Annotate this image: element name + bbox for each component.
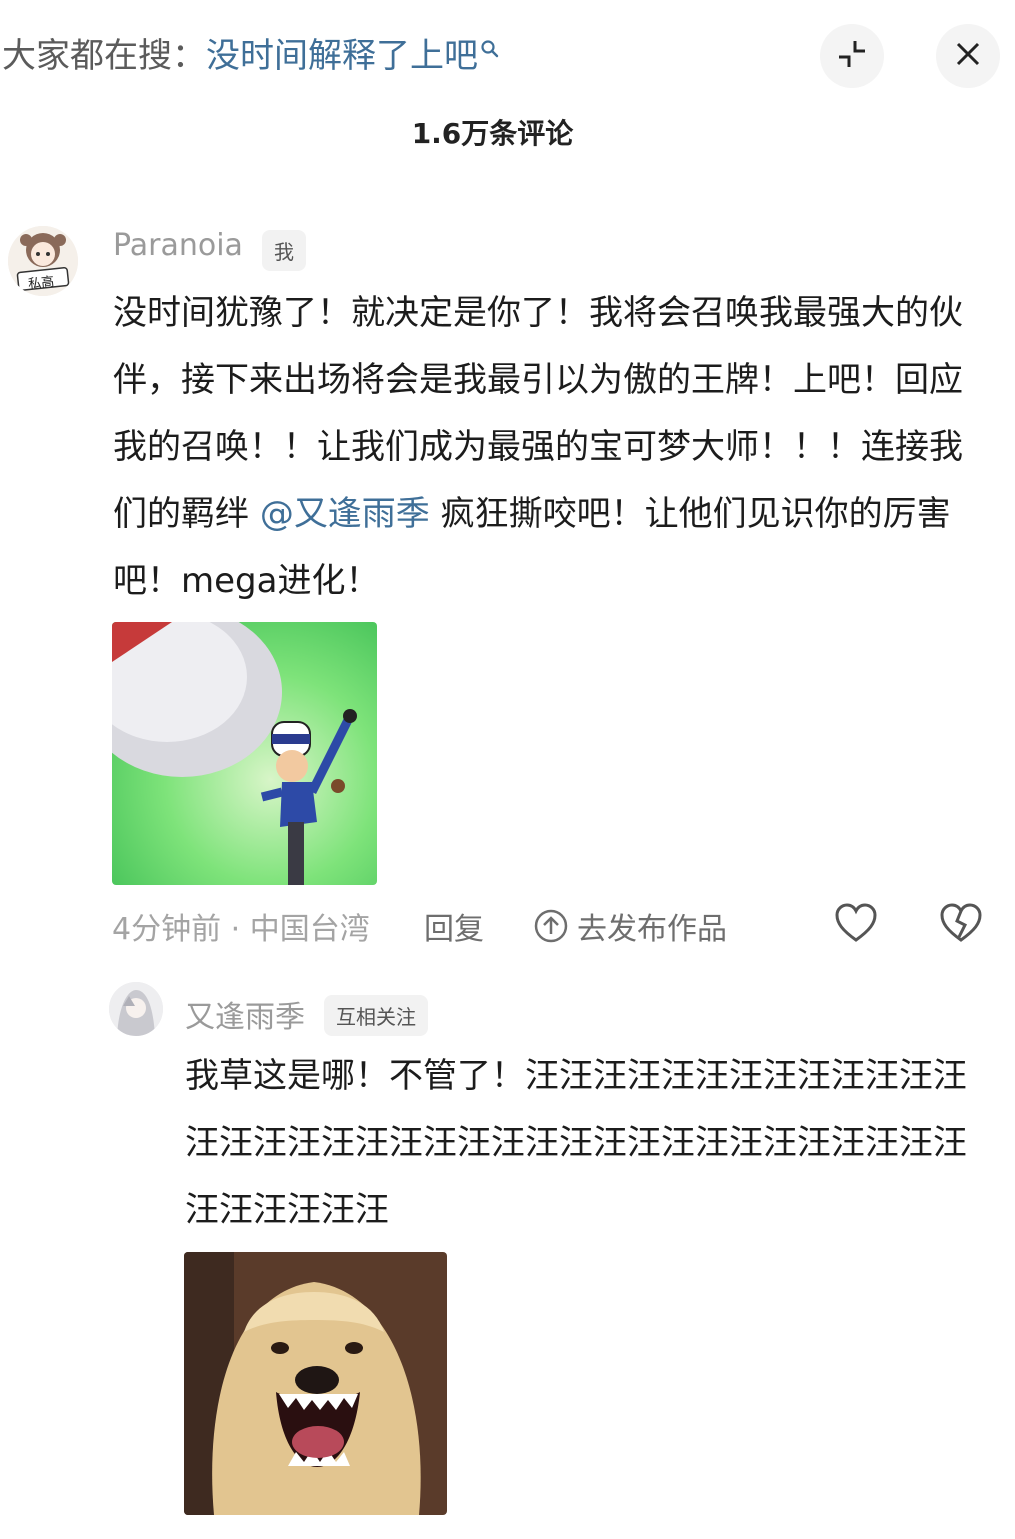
mutual-follow-badge: 互相关注 (324, 995, 428, 1036)
comment-time-location: 4分钟前 · 中国台湾 (112, 912, 370, 947)
like-button[interactable] (834, 903, 878, 947)
avatar[interactable] (109, 982, 163, 1036)
comment-username[interactable]: Paranoia (113, 228, 243, 263)
avatar-sign-text: 私高 (27, 274, 55, 293)
top-bar: 大家都在搜：没时间解释了上吧 (0, 0, 1015, 110)
search-suggestion-prefix: 大家都在搜： (2, 36, 206, 76)
search-icon (480, 40, 500, 64)
comment-image[interactable] (184, 1252, 447, 1515)
mention-link[interactable]: @又逢雨季 (260, 494, 430, 534)
barking-dog-image (184, 1252, 447, 1515)
close-button[interactable] (936, 24, 1000, 88)
collapse-icon (835, 37, 869, 75)
upload-circle-icon (533, 908, 569, 944)
comment-text: 我草这是哪！不管了！汪汪汪汪汪汪汪汪汪汪汪汪汪汪汪汪汪汪汪汪汪汪汪汪汪汪汪汪汪汪… (185, 1056, 967, 1230)
broken-heart-icon (939, 903, 983, 947)
search-suggestion[interactable]: 大家都在搜：没时间解释了上吧 (2, 30, 500, 82)
collapse-button[interactable] (820, 24, 884, 88)
comment-count: 1.6万条评论 (411, 117, 574, 150)
close-icon (954, 40, 982, 72)
avatar-illustration (109, 982, 163, 1036)
publish-work-button[interactable]: 去发布作品 (533, 904, 727, 948)
comment-username[interactable]: 又逢雨季 (185, 992, 305, 1036)
author-badge: 我 (262, 230, 306, 271)
reply-button[interactable]: 回复 (424, 904, 484, 948)
anime-trainer-image (112, 622, 377, 885)
publish-work-label: 去发布作品 (577, 912, 727, 947)
comment-text: 没时间犹豫了！就决定是你了！我将会召唤我最强大的伙伴，接下来出场将会是我最引以为… (113, 280, 988, 615)
comment-image[interactable] (112, 622, 377, 885)
heart-icon (834, 903, 878, 947)
dislike-button[interactable] (939, 903, 983, 947)
avatar[interactable]: 私高 (8, 226, 78, 296)
search-suggestion-keyword[interactable]: 没时间解释了上吧 (206, 36, 478, 76)
